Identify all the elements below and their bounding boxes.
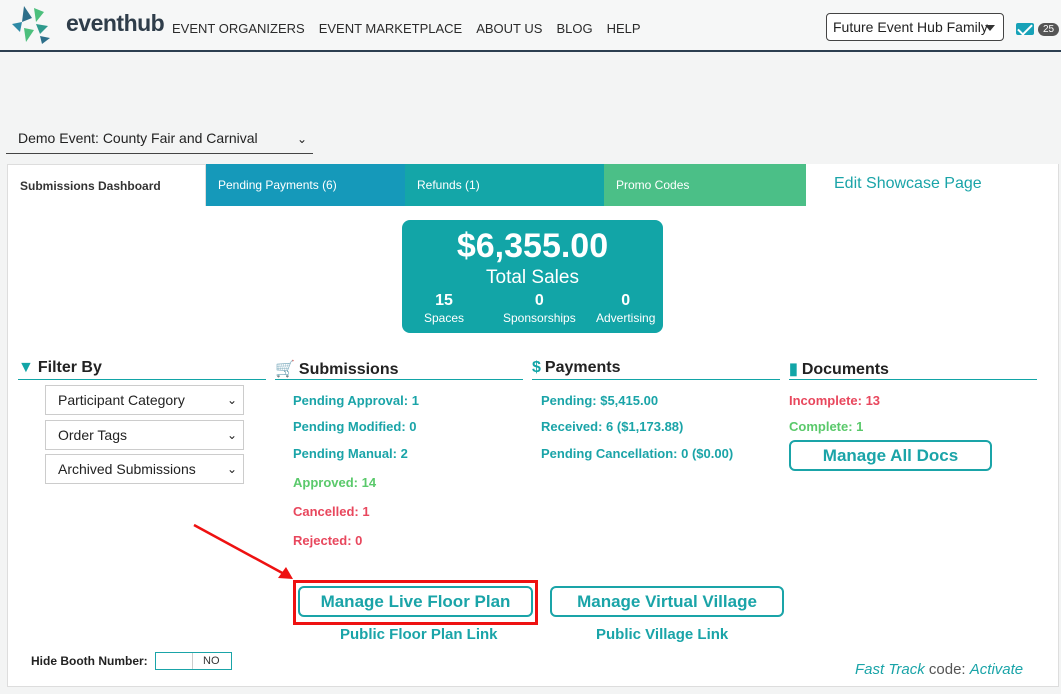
spaces-stat: 15 Spaces: [424, 292, 464, 325]
family-select-value: Future Event Hub Family: [833, 19, 988, 35]
archived-submissions-select[interactable]: Archived Submissions ⌄: [45, 454, 244, 484]
chevron-down-icon: ⌄: [226, 462, 237, 476]
event-select-value: Demo Event: County Fair and Carnival: [18, 130, 258, 146]
dollar-icon: $: [532, 359, 541, 376]
eventhub-logo-icon: [12, 6, 50, 44]
advertising-count: 0: [621, 292, 631, 309]
advertising-label: Advertising: [596, 311, 656, 325]
documents-heading-text: Documents: [801, 361, 889, 378]
sponsorships-label: Sponsorships: [503, 311, 576, 325]
spaces-count: 15: [435, 292, 453, 309]
advertising-stat: 0 Advertising: [596, 292, 655, 325]
total-sales-amount: $6,355.00: [456, 227, 609, 265]
fast-track-code-text: code:: [924, 661, 970, 678]
participant-category-select[interactable]: Participant Category ⌄: [45, 385, 244, 415]
sponsorships-count: 0: [534, 292, 544, 309]
top-navbar: eventhub EVENT ORGANIZERS EVENT MARKETPL…: [0, 0, 1061, 52]
tab-pending-payments[interactable]: Pending Payments (6): [206, 164, 405, 206]
nav-event-marketplace[interactable]: EVENT MARKETPLACE: [319, 21, 463, 36]
pending-cancellation-link[interactable]: Pending Cancellation: 0 ($0.00): [541, 446, 733, 461]
sponsorships-stat: 0 Sponsorships: [503, 292, 576, 325]
toggle-knob: [156, 653, 193, 669]
document-icon: ▮: [789, 361, 798, 378]
public-floor-plan-link[interactable]: Public Floor Plan Link: [340, 626, 498, 643]
public-village-link[interactable]: Public Village Link: [596, 626, 728, 643]
fast-track-label: Fast Track: [855, 661, 925, 678]
payments-received-link[interactable]: Received: 6 ($1,173.88): [541, 419, 683, 434]
tab-promo-codes[interactable]: Promo Codes: [604, 164, 806, 206]
filter-heading: ▼ Filter By: [18, 359, 266, 380]
caret-down-icon: [985, 25, 995, 31]
nav-event-organizers[interactable]: EVENT ORGANIZERS: [172, 21, 305, 36]
submissions-heading-text: Submissions: [298, 361, 399, 378]
red-arrow-annotation: [193, 523, 293, 579]
documents-heading: ▮ Documents: [789, 359, 1037, 380]
mail-icon[interactable]: [1016, 23, 1034, 35]
spaces-label: Spaces: [424, 311, 465, 325]
eventhub-logo[interactable]: eventhub: [10, 4, 165, 46]
logo-text: eventhub: [66, 10, 165, 36]
manage-all-docs-button[interactable]: Manage All Docs: [789, 440, 992, 471]
toggle-state: NO: [203, 655, 220, 667]
main-nav: EVENT ORGANIZERS EVENT MARKETPLACE ABOUT…: [172, 21, 655, 36]
total-sales-card: $6,355.00 Total Sales 15 Spaces 0 Sponso…: [402, 220, 663, 333]
filter-heading-text: Filter By: [37, 359, 102, 376]
total-sales-label: Total Sales: [486, 267, 579, 288]
pending-approval-link[interactable]: Pending Approval: 1: [293, 393, 419, 408]
order-tags-select[interactable]: Order Tags ⌄: [45, 420, 244, 450]
hide-booth-number-label: Hide Booth Number:: [31, 654, 148, 668]
nav-blog[interactable]: BLOG: [556, 21, 592, 36]
family-select[interactable]: Future Event Hub Family: [826, 13, 1004, 41]
pending-manual-link[interactable]: Pending Manual: 2: [293, 446, 408, 461]
hide-booth-number-toggle[interactable]: NO: [155, 652, 232, 670]
cart-icon: 🛒: [275, 361, 295, 378]
cancelled-link[interactable]: Cancelled: 1: [293, 504, 370, 519]
archived-submissions-value: Archived Submissions: [58, 461, 196, 477]
chevron-down-icon: ⌄: [226, 393, 237, 407]
docs-complete-link[interactable]: Complete: 1: [789, 419, 863, 434]
order-tags-value: Order Tags: [58, 427, 127, 443]
payments-heading: $ Payments: [532, 359, 780, 380]
participant-category-value: Participant Category: [58, 392, 185, 408]
nav-help[interactable]: HELP: [607, 21, 641, 36]
rejected-link[interactable]: Rejected: 0: [293, 533, 362, 548]
chevron-down-icon: ⌄: [226, 428, 237, 442]
payments-pending-link[interactable]: Pending: $5,415.00: [541, 393, 658, 408]
tab-refunds[interactable]: Refunds (1): [405, 164, 604, 206]
fast-track-code: Fast Track code: Activate: [855, 661, 1023, 678]
filter-icon: ▼: [18, 359, 34, 376]
approved-link[interactable]: Approved: 14: [293, 475, 376, 490]
edit-showcase-link[interactable]: Edit Showcase Page: [822, 164, 1022, 206]
mail-count-badge: 25: [1038, 23, 1060, 36]
tab-submissions-dashboard[interactable]: Submissions Dashboard: [7, 164, 206, 206]
submissions-heading: 🛒 Submissions: [275, 359, 523, 380]
docs-incomplete-link[interactable]: Incomplete: 13: [789, 393, 880, 408]
payments-heading-text: Payments: [544, 359, 621, 376]
manage-virtual-village-button[interactable]: Manage Virtual Village: [550, 586, 784, 617]
event-select[interactable]: Demo Event: County Fair and Carnival ⌄: [6, 124, 313, 154]
manage-live-floor-plan-button[interactable]: Manage Live Floor Plan: [298, 586, 533, 617]
pending-modified-link[interactable]: Pending Modified: 0: [293, 419, 417, 434]
fast-track-activate-link[interactable]: Activate: [970, 661, 1023, 678]
nav-about-us[interactable]: ABOUT US: [476, 21, 542, 36]
chevron-down-icon: ⌄: [296, 132, 307, 146]
